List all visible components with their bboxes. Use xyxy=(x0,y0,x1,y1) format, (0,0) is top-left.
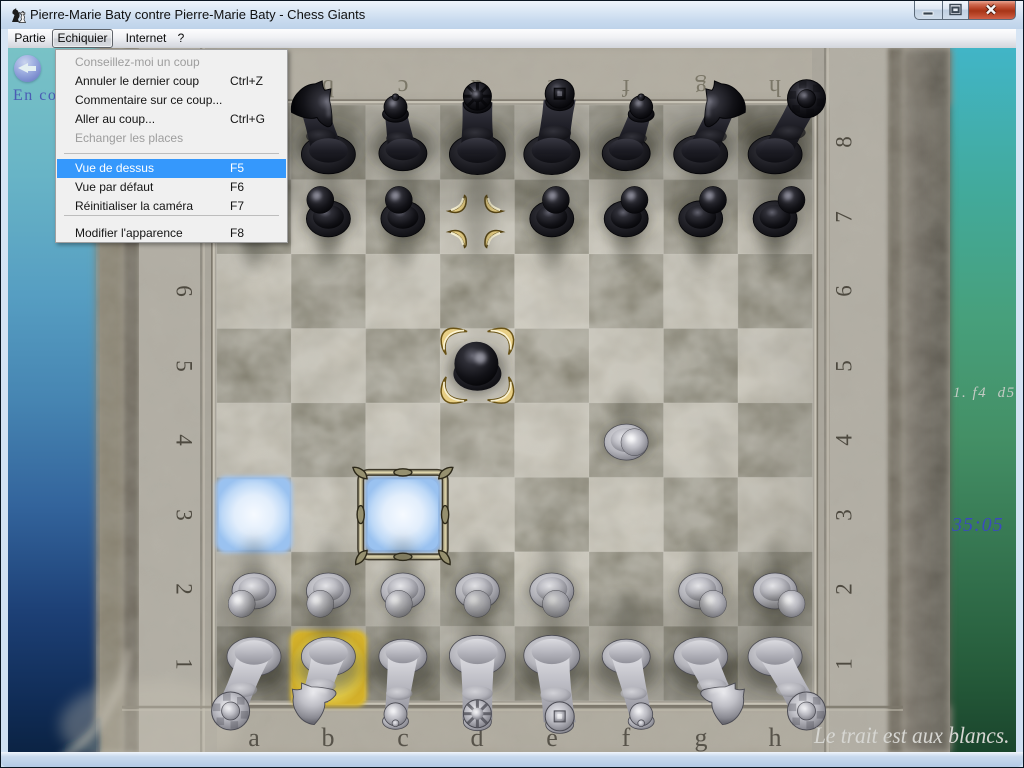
svg-text:4: 4 xyxy=(172,434,197,446)
svg-text:5: 5 xyxy=(832,360,857,372)
svg-text:7: 7 xyxy=(832,211,857,223)
svg-text:1: 1 xyxy=(172,658,197,670)
svg-text:2: 2 xyxy=(832,583,857,595)
svg-text:4: 4 xyxy=(832,434,857,446)
svg-text:6: 6 xyxy=(172,285,197,297)
svg-text:h: h xyxy=(769,723,782,752)
svg-text:a: a xyxy=(248,723,260,752)
svg-text:5: 5 xyxy=(172,360,197,372)
svg-text:h: h xyxy=(769,74,781,100)
svg-text:g: g xyxy=(695,74,707,100)
svg-text:8: 8 xyxy=(832,136,857,148)
svg-text:f: f xyxy=(622,74,630,100)
svg-text:2: 2 xyxy=(172,583,197,595)
svg-text:1: 1 xyxy=(832,658,857,670)
svg-text:3: 3 xyxy=(832,509,857,521)
svg-text:f: f xyxy=(622,723,631,752)
svg-text:3: 3 xyxy=(172,509,197,521)
svg-text:6: 6 xyxy=(832,285,857,297)
svg-text:b: b xyxy=(322,723,335,752)
svg-text:g: g xyxy=(695,723,708,752)
